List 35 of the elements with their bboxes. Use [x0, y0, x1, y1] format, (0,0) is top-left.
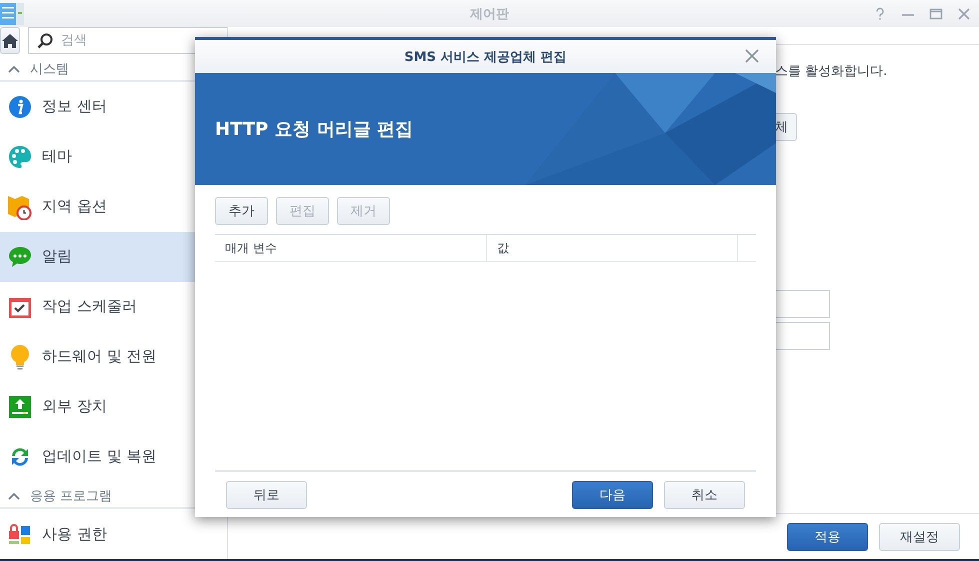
- lock-grid-icon: [8, 523, 32, 545]
- search-input[interactable]: 검색: [59, 32, 227, 49]
- chevron-icon: [8, 492, 20, 500]
- dialog-title: SMS 서비스 제공업체 편집: [404, 48, 567, 66]
- map-clock-icon: [8, 194, 32, 220]
- search-field[interactable]: 검색: [28, 27, 227, 54]
- sidebar-item[interactable]: 업데이트 및 복원: [0, 432, 227, 482]
- column-header[interactable]: 값: [487, 235, 738, 261]
- next-button[interactable]: 다음: [572, 480, 653, 508]
- info-icon: [8, 94, 32, 118]
- sidebar-item[interactable]: 하드웨어 및 전원: [0, 332, 227, 382]
- input-field[interactable]: [775, 322, 830, 350]
- home-button[interactable]: [0, 27, 20, 54]
- back-button[interactable]: 뒤로: [226, 480, 307, 508]
- chat-bubble-icon: [8, 244, 32, 268]
- chevron-icon: [8, 64, 20, 73]
- description-text: 스를 활성화합니다.: [775, 63, 888, 80]
- input-field[interactable]: [775, 290, 830, 318]
- column-header[interactable]: 매개 변수: [215, 235, 487, 261]
- palette-icon: [8, 144, 32, 168]
- app-icon: [0, 2, 24, 26]
- toolbar-button[interactable]: 추가: [215, 197, 268, 225]
- window-title: 제어판: [470, 6, 509, 22]
- light-bulb-icon: [8, 344, 32, 370]
- upload-drive-icon: [8, 394, 32, 418]
- settings-button[interactable]: 체: [775, 113, 797, 141]
- search-icon: [37, 32, 53, 48]
- banner-title: HTTP 요청 머리글 편집: [215, 118, 414, 141]
- close-icon[interactable]: [957, 6, 971, 20]
- close-button[interactable]: [744, 48, 760, 64]
- cancel-button[interactable]: 취소: [664, 480, 745, 508]
- sidebar-item[interactable]: 사용 권한: [0, 509, 227, 559]
- apply-button[interactable]: 적용: [787, 522, 868, 550]
- reset-button[interactable]: 재설정: [879, 522, 960, 550]
- maximize-icon[interactable]: [929, 6, 943, 20]
